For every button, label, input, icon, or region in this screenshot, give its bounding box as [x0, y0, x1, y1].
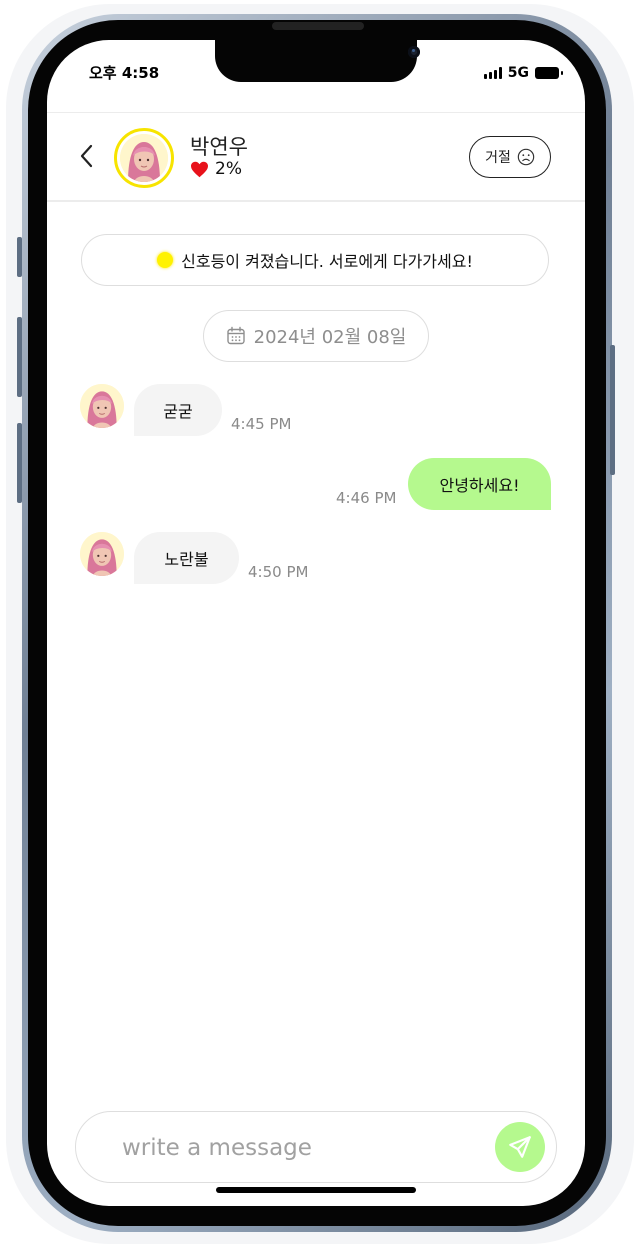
status-time: 오후 4:58 [89, 64, 160, 82]
send-button[interactable] [495, 1122, 545, 1172]
volume-up-button [17, 317, 22, 397]
heart-icon [191, 161, 208, 177]
signal-notice: 신호등이 켜졌습니다. 서로에게 다가가세요! [81, 234, 549, 286]
date-divider: 2024년 02월 08일 [203, 310, 429, 362]
message-bubble-incoming[interactable]: 굳굳 [134, 384, 222, 436]
signal-light-icon [157, 252, 174, 268]
affinity-value: 2% [215, 159, 242, 179]
top-speaker [272, 22, 364, 30]
status-indicators: 5G [483, 65, 563, 81]
reject-button[interactable]: 거절 [469, 136, 551, 178]
back-button[interactable] [75, 141, 99, 171]
battery-icon [535, 67, 563, 79]
calendar-icon [226, 326, 245, 345]
affinity-indicator: 2% [190, 159, 242, 179]
message-input[interactable] [120, 1126, 484, 1170]
sad-face-icon [517, 148, 535, 166]
avatar-image [120, 134, 168, 182]
reject-label: 거절 [485, 150, 511, 166]
profile-avatar[interactable] [114, 128, 174, 188]
signal-icon [483, 67, 502, 79]
date-text: 2024년 02월 08일 [253, 327, 407, 348]
home-indicator[interactable] [216, 1187, 416, 1193]
network-type: 5G [507, 65, 529, 81]
app-screen: 오후 4:58 5G 박연우 2% 거절 신호등이 켜졌습니다. 서로에게 다가… [47, 40, 585, 1206]
avatar-image [80, 532, 124, 576]
message-time: 4:46 PM [336, 489, 397, 507]
sender-avatar[interactable] [80, 384, 124, 428]
message-composer [75, 1111, 557, 1183]
sender-avatar[interactable] [80, 532, 124, 576]
front-camera [408, 46, 420, 58]
avatar-image [80, 384, 124, 428]
message-bubble-incoming[interactable]: 노란불 [134, 532, 239, 584]
message-time: 4:50 PM [248, 563, 309, 581]
volume-down-button [17, 423, 22, 503]
send-icon [509, 1136, 531, 1158]
message-bubble-outgoing[interactable]: 안녕하세요! [408, 458, 551, 510]
mute-switch [17, 237, 22, 277]
chat-header: 박연우 2% 거절 [47, 112, 585, 202]
chevron-left-icon [80, 144, 93, 168]
power-button [610, 345, 615, 475]
notice-text: 신호등이 켜졌습니다. 서로에게 다가가세요! [181, 252, 473, 271]
message-time: 4:45 PM [231, 415, 292, 433]
partner-name: 박연우 [190, 135, 248, 159]
notch [215, 40, 420, 82]
